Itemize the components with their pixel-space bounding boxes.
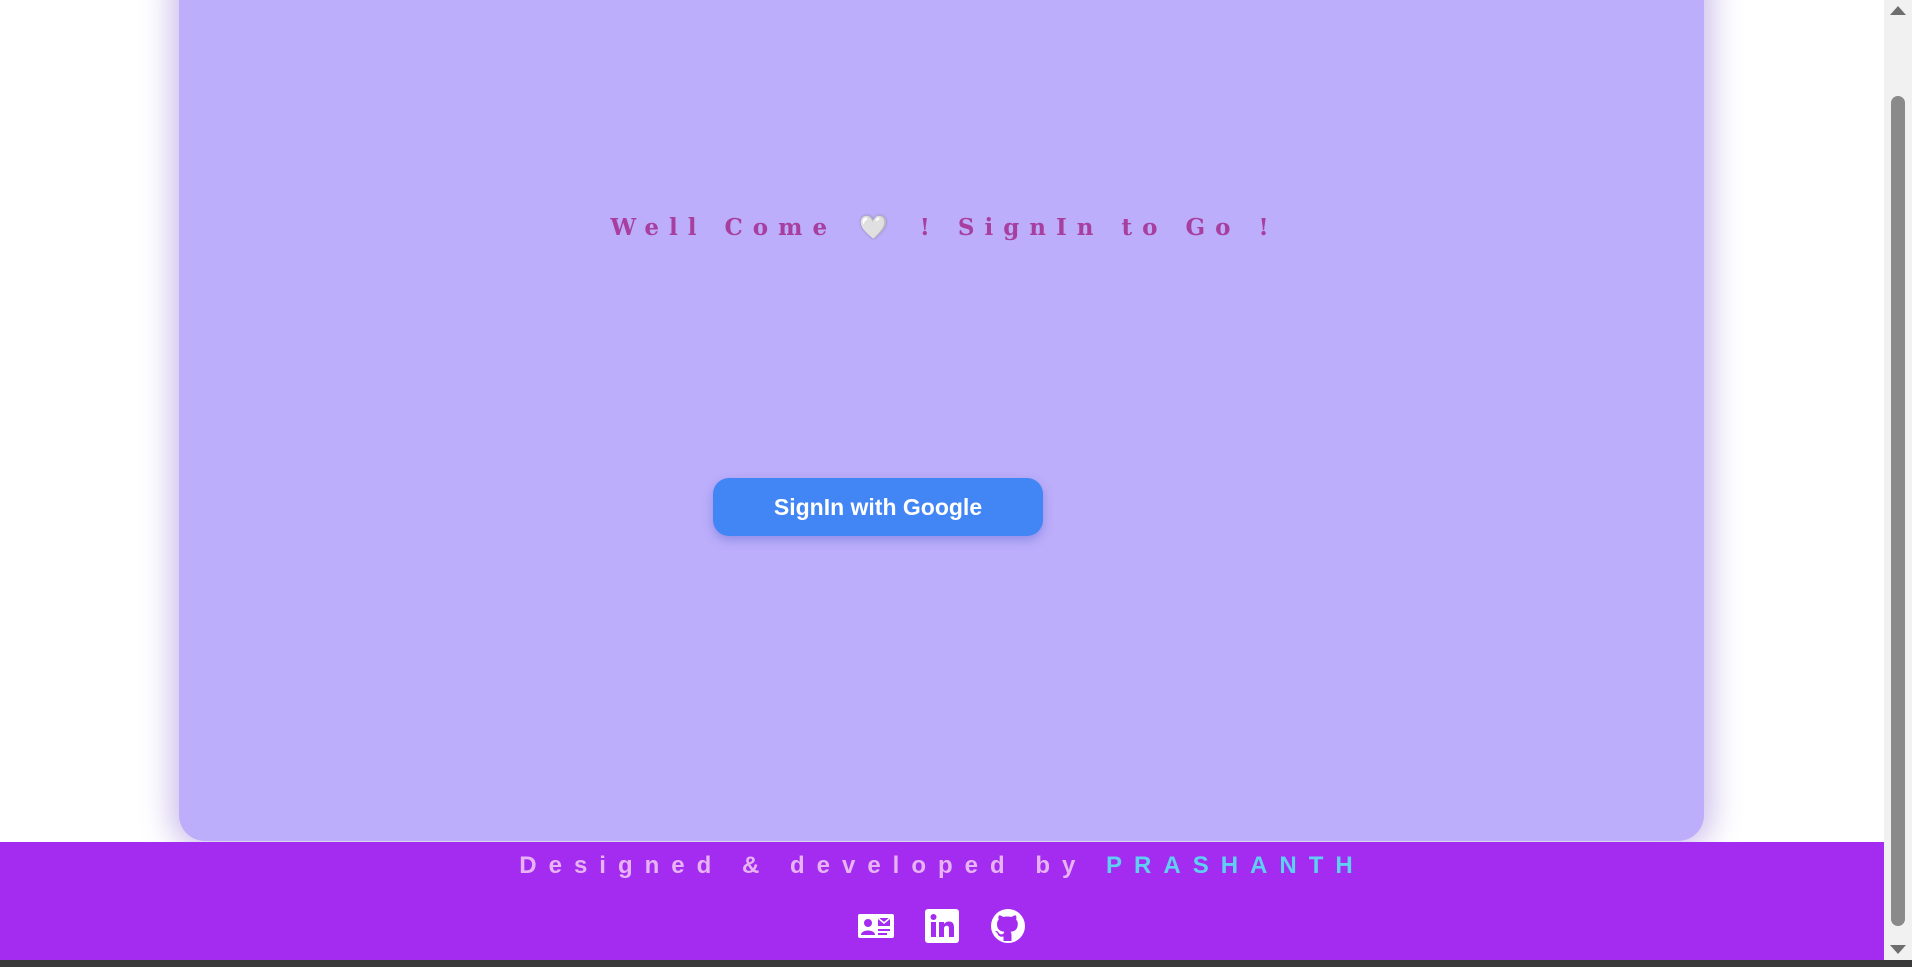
footer: Designed & developed by PRASHANTH [0,842,1884,960]
welcome-text-start: Well Come [610,214,838,241]
credit-prefix: Designed & developed by [519,852,1088,879]
scroll-up-arrow-icon[interactable] [1890,6,1906,15]
author-name: PRASHANTH [1106,852,1365,879]
window-bottom-border [0,960,1912,967]
github-icon[interactable] [990,908,1026,944]
vertical-scrollbar[interactable] [1884,0,1912,960]
social-links [0,908,1884,944]
scrollbar-thumb[interactable] [1891,96,1905,926]
scroll-down-arrow-icon[interactable] [1890,945,1906,954]
heart-icon: 🤍 [859,215,898,241]
signin-card [179,0,1704,841]
footer-credit: Designed & developed by PRASHANTH [0,852,1884,880]
welcome-text-end: ! SignIn to Go ! [919,214,1279,241]
page: Well Come 🤍 ! SignIn to Go ! SignIn with… [0,0,1912,967]
linkedin-icon[interactable] [924,908,960,944]
contact-card-icon[interactable] [858,908,894,944]
google-signin-button[interactable]: SignIn with Google [713,478,1043,536]
welcome-message: Well Come 🤍 ! SignIn to Go ! [0,214,1889,241]
